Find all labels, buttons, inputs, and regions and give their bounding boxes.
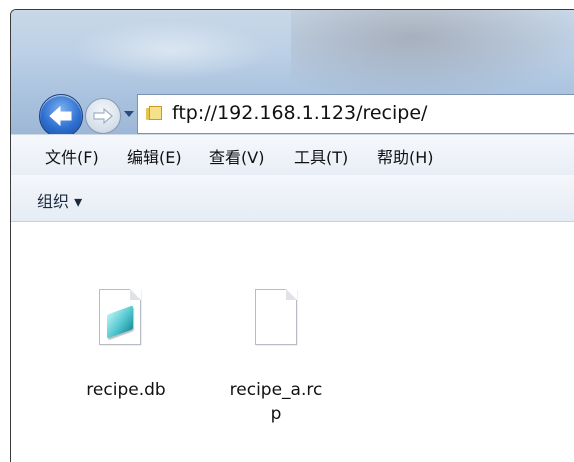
file-item[interactable]: recipe.db [71, 222, 181, 400]
file-name: recipe.db [71, 378, 181, 402]
file-item[interactable]: recipe_a.rc p [221, 222, 331, 424]
file-list: recipe.db recipe_a.rc p [11, 222, 574, 462]
organize-button[interactable]: 组织 ▾ [37, 188, 82, 212]
back-button[interactable] [39, 94, 83, 138]
file-name-line1: recipe.db [86, 380, 166, 400]
address-path[interactable]: ftp://192.168.1.123/recipe/ [172, 102, 427, 124]
file-name-line2: p [270, 404, 282, 424]
blank-document-icon [255, 289, 297, 345]
menu-edit[interactable]: 编辑(E) [127, 144, 182, 168]
history-dropdown[interactable] [123, 108, 135, 120]
arrow-right-icon [93, 107, 113, 125]
menu-help[interactable]: 帮助(H) [377, 144, 434, 168]
explorer-window: ftp://192.168.1.123/recipe/ 文件(F) 编辑(E) … [10, 9, 574, 462]
folder-icon [146, 106, 162, 120]
titlebar-glass [291, 10, 574, 100]
file-name-line1: recipe_a.rc [229, 380, 323, 400]
menu-bar: 文件(F) 编辑(E) 查看(V) 工具(T) 帮助(H) [11, 134, 574, 176]
menu-file[interactable]: 文件(F) [45, 144, 99, 168]
menu-tools[interactable]: 工具(T) [294, 144, 348, 168]
chevron-down-icon [124, 111, 134, 117]
forward-button[interactable] [85, 98, 121, 134]
notepad-document-icon [99, 289, 141, 345]
menu-view[interactable]: 查看(V) [209, 144, 264, 168]
address-bar[interactable]: ftp://192.168.1.123/recipe/ [137, 94, 574, 134]
arrow-left-icon [49, 105, 72, 127]
file-name: recipe_a.rc p [221, 378, 331, 426]
titlebar-glass-highlight [71, 20, 271, 80]
command-bar: 组织 ▾ [11, 175, 574, 222]
